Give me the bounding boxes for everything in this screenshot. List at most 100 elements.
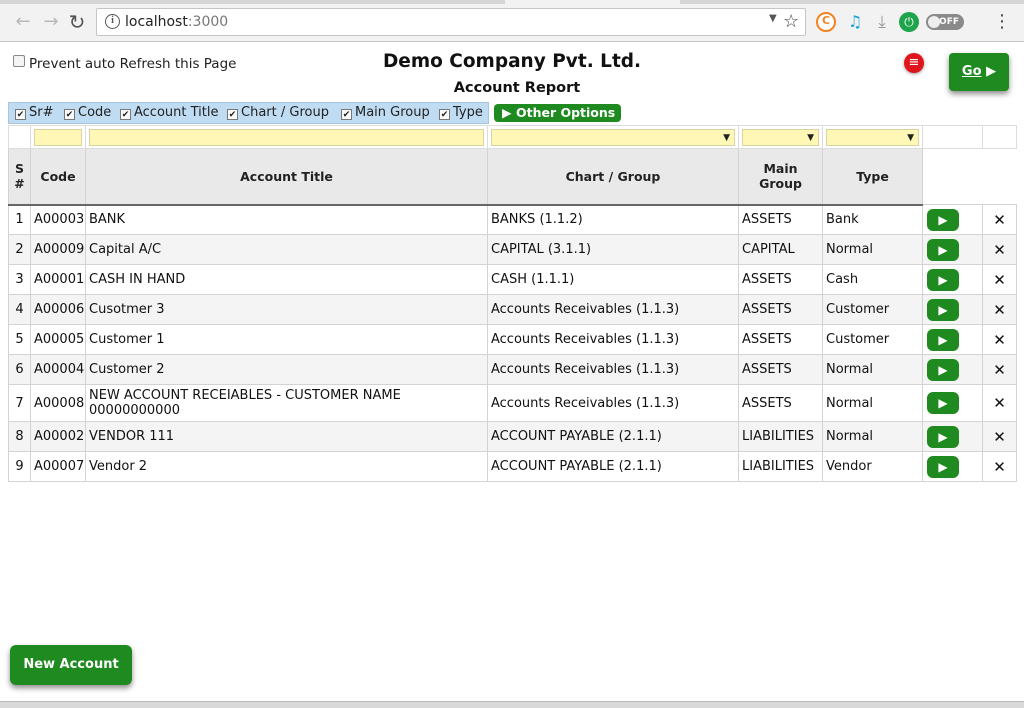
cell-code: A00004 [30, 354, 86, 385]
toggle-code[interactable]: ✔ Code [64, 105, 111, 120]
column-toggle-bar: ✔ Sr# ✔ Code ✔ Account Title ✔ Chart / Group… [8, 102, 489, 124]
delete-icon[interactable]: ✕ [982, 234, 1017, 265]
table-row: 5 A00005 Customer 1 Accounts Receivables (1… [8, 324, 1017, 355]
header-main-group[interactable]: Main Group [738, 148, 823, 206]
page-title: Account Report [453, 80, 581, 96]
open-row-button[interactable]: ▶ [927, 298, 959, 321]
checkbox-checked-icon[interactable]: ✔ [64, 109, 75, 120]
cell-action: ▶ [922, 204, 983, 235]
prevent-refresh-option[interactable]: Prevent auto Refresh this Page [13, 55, 236, 72]
open-row-button[interactable]: ▶ [927, 238, 959, 261]
download-icon[interactable]: ⤓ [872, 12, 892, 32]
other-options-button[interactable]: ▶ Other Options [494, 104, 621, 122]
header-row: S # Code Account Title Chart / Group Mai… [8, 148, 1017, 206]
cell-type: Cash [822, 264, 923, 295]
table-row: 1 A00003 BANK BANKS (1.1.2) ASSETS Bank ▶ ✕ [8, 204, 1017, 235]
filter-code-input[interactable] [34, 128, 82, 146]
filter-chart-cell: ▼ [487, 125, 739, 149]
checkbox-checked-icon[interactable]: ✔ [15, 109, 26, 120]
delete-icon[interactable]: ✕ [982, 451, 1017, 482]
cell-chart-group: BANKS (1.1.2) [487, 204, 739, 235]
header-blank [922, 148, 983, 205]
cell-type: Vendor [822, 451, 923, 482]
delete-icon[interactable]: ✕ [982, 264, 1017, 295]
power-download-icon[interactable]: ⏻ [899, 12, 919, 32]
cell-type: Normal [822, 384, 923, 422]
address-bar[interactable]: i localhost:3000 ▼ ☆ [96, 8, 806, 36]
cell-account-title: Capital A/C [85, 234, 488, 265]
reload-icon[interactable]: ↻ [66, 11, 88, 33]
cell-main-group: LIABILITIES [738, 421, 823, 452]
cell-type: Normal [822, 354, 923, 385]
header-code[interactable]: Code [30, 148, 86, 206]
active-tab[interactable] [505, 0, 680, 4]
header-blank [982, 148, 1017, 205]
cell-main-group: ASSETS [738, 384, 823, 422]
delete-icon[interactable]: ✕ [982, 421, 1017, 452]
cell-account-title: Vendor 2 [85, 451, 488, 482]
menu-icon[interactable]: ⋮ [992, 12, 1012, 32]
open-row-button[interactable]: ▶ [927, 392, 959, 414]
star-icon[interactable]: ☆ [783, 11, 799, 32]
header-sr[interactable]: S # [8, 148, 31, 206]
cell-code: A00001 [30, 264, 86, 295]
filter-title-input[interactable] [89, 128, 484, 146]
checkbox-checked-icon[interactable]: ✔ [227, 109, 238, 120]
delete-icon[interactable]: ✕ [982, 354, 1017, 385]
toggle-account-title[interactable]: ✔ Account Title [120, 105, 218, 120]
hamburger-menu-icon[interactable]: ≡ [904, 53, 924, 73]
status-strip [0, 701, 1024, 708]
filter-main-select[interactable]: ▼ [742, 128, 819, 146]
toggle-main-group-label: Main Group [355, 105, 430, 120]
toggle-off-icon[interactable]: OFF [926, 14, 964, 30]
chevron-down-icon: ▼ [723, 132, 730, 143]
cell-action: ▶ [922, 324, 983, 355]
cell-type: Normal [822, 421, 923, 452]
checkbox-checked-icon[interactable]: ✔ [439, 109, 450, 120]
headphones-icon[interactable]: ♫ [845, 12, 865, 32]
go-button[interactable]: Go ▶ [949, 53, 1009, 91]
toggle-main-group[interactable]: ✔ Main Group [341, 105, 430, 120]
toggle-account-title-label: Account Title [134, 105, 219, 120]
delete-icon[interactable]: ✕ [982, 204, 1017, 235]
toggle-sr[interactable]: ✔ Sr# [15, 105, 54, 120]
cell-chart-group: Accounts Receivables (1.1.3) [487, 294, 739, 325]
new-account-button[interactable]: New Account [10, 645, 132, 685]
delete-icon[interactable]: ✕ [982, 294, 1017, 325]
cell-type: Customer [822, 324, 923, 355]
checkbox-checked-icon[interactable]: ✔ [341, 109, 352, 120]
open-row-button[interactable]: ▶ [927, 268, 959, 291]
extension-c-icon[interactable]: C [816, 12, 836, 32]
header-account-title[interactable]: Account Title [85, 148, 488, 206]
delete-icon[interactable]: ✕ [982, 324, 1017, 355]
info-icon[interactable]: i [105, 14, 120, 29]
toggle-chart-group[interactable]: ✔ Chart / Group [227, 105, 329, 120]
filter-chart-select[interactable]: ▼ [491, 128, 735, 146]
forward-icon[interactable]: → [40, 11, 62, 33]
cell-sr: 1 [8, 204, 31, 235]
cell-sr: 8 [8, 421, 31, 452]
toggle-type[interactable]: ✔ Type [439, 105, 483, 120]
header-type[interactable]: Type [822, 148, 923, 206]
chevron-down-icon[interactable]: ▼ [769, 13, 777, 24]
open-row-button[interactable]: ▶ [927, 425, 959, 448]
cell-chart-group: CAPITAL (3.1.1) [487, 234, 739, 265]
back-icon[interactable]: ← [12, 11, 34, 33]
cell-action: ▶ [922, 234, 983, 265]
open-row-button[interactable]: ▶ [927, 208, 959, 231]
open-row-button[interactable]: ▶ [927, 358, 959, 381]
chevron-down-icon: ▼ [907, 132, 914, 143]
url-host: localhost [125, 14, 188, 30]
cell-chart-group: Accounts Receivables (1.1.3) [487, 354, 739, 385]
delete-icon[interactable]: ✕ [982, 384, 1017, 422]
open-row-button[interactable]: ▶ [927, 328, 959, 351]
filter-type-select[interactable]: ▼ [826, 128, 919, 146]
checkbox-checked-icon[interactable]: ✔ [120, 109, 131, 120]
cell-main-group: CAPITAL [738, 234, 823, 265]
prevent-refresh-checkbox[interactable] [13, 55, 25, 67]
open-row-button[interactable]: ▶ [927, 455, 959, 478]
table-row: 8 A00002 VENDOR 111 ACCOUNT PAYABLE (2.1.1)… [8, 421, 1017, 452]
header-chart-group[interactable]: Chart / Group [487, 148, 739, 206]
accounts-table: ▼ ▼ ▼ S # Code Account Title Chart / Gro… [8, 125, 1017, 482]
filter-title-cell [85, 125, 488, 149]
